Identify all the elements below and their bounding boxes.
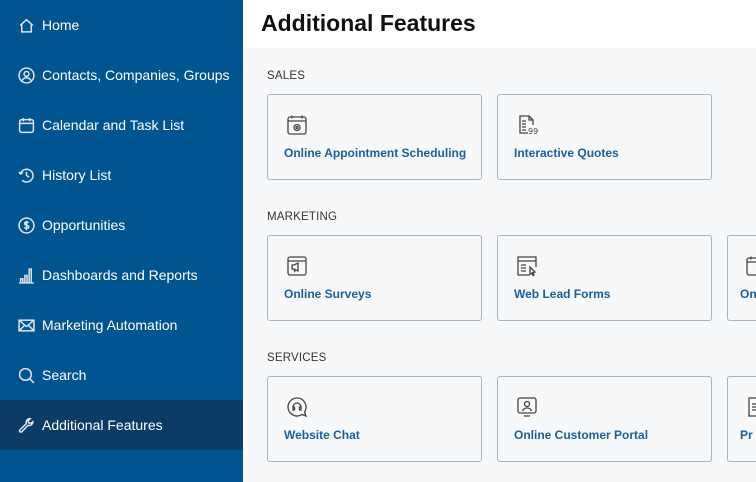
svg-text:99: 99 <box>528 127 538 136</box>
sidebar-item-opportunities[interactable]: Opportunities <box>0 200 243 250</box>
dollar-circle-icon <box>17 216 35 234</box>
sidebar-item-label: Calendar and Task List <box>42 117 185 133</box>
section-title-services: SERVICES <box>267 352 327 364</box>
card-online-appointment-scheduling[interactable]: Online Appointment Scheduling <box>267 94 482 180</box>
calendar-icon <box>745 255 756 277</box>
sidebar-item-label: Marketing Automation <box>42 317 178 333</box>
sidebar-item-history[interactable]: History List <box>0 150 243 200</box>
sidebar-item-dashboards[interactable]: Dashboards and Reports <box>0 250 243 300</box>
section-title-sales: SALES <box>267 70 306 82</box>
page-title: Additional Features <box>261 10 476 36</box>
sidebar-item-marketing[interactable]: Marketing Automation <box>0 300 243 350</box>
web-form-icon <box>516 255 538 277</box>
card-partial[interactable]: Pr <box>727 376 756 462</box>
page-header: Additional Features <box>243 0 756 48</box>
calendar-icon <box>17 116 35 134</box>
sidebar-item-label: Contacts, Companies, Groups <box>42 67 230 83</box>
sidebar-item-additional-features[interactable]: Additional Features <box>0 400 243 450</box>
sidebar-item-label: Additional Features <box>42 417 163 433</box>
survey-browser-icon <box>286 255 308 277</box>
sidebar: Home Contacts, Companies, Groups Calenda… <box>0 0 243 482</box>
quote-document-icon: 99 <box>516 114 538 136</box>
card-interactive-quotes[interactable]: 99 Interactive Quotes <box>497 94 712 180</box>
document-icon <box>745 396 756 418</box>
sidebar-item-label: Search <box>42 367 87 383</box>
history-icon <box>17 166 35 184</box>
card-label: Pr <box>740 428 753 442</box>
user-circle-icon <box>17 66 35 84</box>
search-icon <box>17 366 35 384</box>
card-label: Online Surveys <box>284 287 372 301</box>
section-title-marketing: MARKETING <box>267 211 338 223</box>
card-website-chat[interactable]: Website Chat <box>267 376 482 462</box>
card-online-customer-portal[interactable]: Online Customer Portal <box>497 376 712 462</box>
sidebar-item-label: History List <box>42 167 112 183</box>
card-partial[interactable]: On <box>727 235 756 321</box>
sidebar-item-home[interactable]: Home <box>0 0 243 50</box>
card-online-surveys[interactable]: Online Surveys <box>267 235 482 321</box>
card-label: Website Chat <box>284 428 360 442</box>
sidebar-item-label: Opportunities <box>42 217 126 233</box>
envelope-icon <box>17 316 35 334</box>
sidebar-item-search[interactable]: Search <box>0 350 243 400</box>
chat-headset-icon <box>286 396 308 418</box>
sidebar-item-calendar[interactable]: Calendar and Task List <box>0 100 243 150</box>
sidebar-item-contacts[interactable]: Contacts, Companies, Groups <box>0 50 243 100</box>
bar-chart-icon <box>17 266 35 284</box>
sidebar-item-label: Home <box>42 17 80 33</box>
card-web-lead-forms[interactable]: Web Lead Forms <box>497 235 712 321</box>
wrench-icon <box>17 416 35 434</box>
home-icon <box>17 16 35 34</box>
card-label: Online Appointment Scheduling <box>284 146 467 160</box>
card-label: Web Lead Forms <box>514 287 611 301</box>
customer-portal-icon <box>516 396 538 418</box>
card-label: Online Customer Portal <box>514 428 649 442</box>
card-label: On <box>740 287 756 301</box>
sidebar-item-label: Dashboards and Reports <box>42 267 198 283</box>
card-label: Interactive Quotes <box>514 146 619 160</box>
calendar-gear-icon <box>286 114 308 136</box>
